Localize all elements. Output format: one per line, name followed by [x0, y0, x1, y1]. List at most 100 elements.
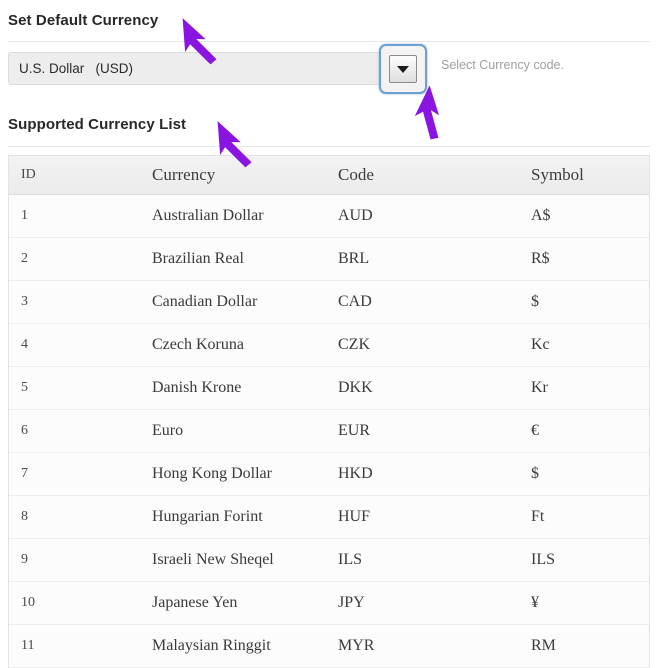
cell-currency-name: Israeli New Sheqel — [81, 539, 338, 582]
cell-currency-code: MYR — [338, 625, 531, 668]
cell-currency-code: HUF — [338, 496, 531, 539]
cell-currency-code-text: ILS — [338, 551, 531, 569]
cell-currency-id-text: 7 — [15, 466, 81, 482]
currency-dropdown-button[interactable] — [379, 44, 427, 94]
table-header-row: ID Currency Code Symbol — [9, 156, 649, 195]
divider-under-default-currency-heading — [8, 41, 650, 42]
cell-currency-symbol-text: Kc — [531, 336, 649, 354]
column-header-id: ID — [9, 156, 81, 195]
cell-currency-symbol: A$ — [531, 195, 649, 238]
cell-currency-id-text: 8 — [15, 509, 81, 525]
table-row: 2Brazilian RealBRLR$ — [9, 238, 649, 281]
cell-currency-name-text: Canadian Dollar — [81, 293, 338, 311]
cell-currency-id-text: 10 — [15, 595, 81, 611]
table-row: 5Danish KroneDKKKr — [9, 367, 649, 410]
cell-currency-name: Czech Koruna — [81, 324, 338, 367]
cell-currency-id-text: 5 — [15, 380, 81, 396]
dropdown-button-face[interactable] — [389, 55, 417, 83]
cell-currency-name-text: Danish Krone — [81, 379, 338, 397]
cell-currency-symbol-text: ILS — [531, 551, 649, 569]
currency-settings-page: Set Default Currency U.S. Dollar (USD) S… — [0, 0, 657, 659]
cell-currency-name: Japanese Yen — [81, 582, 338, 625]
cell-currency-symbol: $ — [531, 281, 649, 324]
cell-currency-id-text: 3 — [15, 294, 81, 310]
column-header-symbol: Symbol — [531, 156, 649, 195]
cell-currency-id-text: 1 — [15, 208, 81, 224]
cell-currency-code: EUR — [338, 410, 531, 453]
table-row: 11Malaysian RinggitMYRRM — [9, 625, 649, 668]
cell-currency-code-text: JPY — [338, 594, 531, 612]
cell-currency-id: 1 — [9, 195, 81, 238]
default-currency-select[interactable]: U.S. Dollar (USD) — [8, 52, 390, 85]
cell-currency-id: 11 — [9, 625, 81, 668]
cell-currency-name-text: Israeli New Sheqel — [81, 551, 338, 569]
cell-currency-id: 4 — [9, 324, 81, 367]
cell-currency-name: Euro — [81, 410, 338, 453]
table-row: 1Australian DollarAUDA$ — [9, 195, 649, 238]
cell-currency-name-text: Hungarian Forint — [81, 508, 338, 526]
cell-currency-symbol: $ — [531, 453, 649, 496]
cell-currency-symbol-text: $ — [531, 465, 649, 483]
column-header-code: Code — [338, 156, 531, 195]
cell-currency-code: ILS — [338, 539, 531, 582]
table-body: 1Australian DollarAUDA$2Brazilian RealBR… — [9, 195, 649, 668]
cell-currency-symbol-text: $ — [531, 293, 649, 311]
cell-currency-name-text: Australian Dollar — [81, 207, 338, 225]
cell-currency-name: Brazilian Real — [81, 238, 338, 281]
cell-currency-symbol: Kr — [531, 367, 649, 410]
cell-currency-symbol: RM — [531, 625, 649, 668]
cell-currency-id: 8 — [9, 496, 81, 539]
cell-currency-id: 9 — [9, 539, 81, 582]
cell-currency-symbol: Ft — [531, 496, 649, 539]
cell-currency-symbol-text: A$ — [531, 207, 649, 225]
cell-currency-symbol-text: Ft — [531, 508, 649, 526]
cell-currency-code-text: MYR — [338, 637, 531, 655]
cell-currency-symbol-text: € — [531, 422, 649, 440]
table-row: 10Japanese YenJPY¥ — [9, 582, 649, 625]
supported-currency-table-container: ID Currency Code Symbol 1Australian Doll… — [8, 155, 650, 668]
cell-currency-code: DKK — [338, 367, 531, 410]
cell-currency-symbol: ILS — [531, 539, 649, 582]
table-row: 4Czech KorunaCZKKc — [9, 324, 649, 367]
cell-currency-id: 5 — [9, 367, 81, 410]
table-header: ID Currency Code Symbol — [9, 156, 649, 195]
cell-currency-id-text: 9 — [15, 552, 81, 568]
cell-currency-name: Hungarian Forint — [81, 496, 338, 539]
cell-currency-symbol-text: ¥ — [531, 594, 649, 612]
table-row: 6EuroEUR€ — [9, 410, 649, 453]
cell-currency-code: AUD — [338, 195, 531, 238]
cell-currency-name: Malaysian Ringgit — [81, 625, 338, 668]
divider-under-supported-list-heading — [8, 146, 650, 147]
table-row: 3Canadian DollarCAD$ — [9, 281, 649, 324]
cell-currency-id-text: 11 — [15, 638, 81, 654]
arrow-to-dropdown-button — [432, 82, 494, 122]
cell-currency-name: Canadian Dollar — [81, 281, 338, 324]
supported-currency-list-heading: Supported Currency List — [8, 116, 186, 133]
cell-currency-id-text: 2 — [15, 251, 81, 267]
cell-currency-code: BRL — [338, 238, 531, 281]
column-header-currency: Currency — [81, 156, 338, 195]
caret-down-icon — [397, 66, 409, 73]
cell-currency-code: CZK — [338, 324, 531, 367]
cell-currency-code-text: HUF — [338, 508, 531, 526]
cell-currency-code-text: CZK — [338, 336, 531, 354]
cell-currency-name-text: Brazilian Real — [81, 250, 338, 268]
cell-currency-symbol: € — [531, 410, 649, 453]
cell-currency-name-text: Czech Koruna — [81, 336, 338, 354]
cell-currency-id: 6 — [9, 410, 81, 453]
cell-currency-symbol-text: Kr — [531, 379, 649, 397]
cell-currency-name: Hong Kong Dollar — [81, 453, 338, 496]
currency-select-row: U.S. Dollar (USD) Select Currency code. — [0, 52, 657, 88]
supported-currency-table: ID Currency Code Symbol 1Australian Doll… — [9, 156, 649, 668]
cell-currency-name-text: Japanese Yen — [81, 594, 338, 612]
cell-currency-id: 10 — [9, 582, 81, 625]
cell-currency-symbol: Kc — [531, 324, 649, 367]
set-default-currency-heading: Set Default Currency — [8, 12, 158, 29]
cell-currency-id: 7 — [9, 453, 81, 496]
cell-currency-id-text: 6 — [15, 423, 81, 439]
cell-currency-code-text: BRL — [338, 250, 531, 268]
cell-currency-code-text: HKD — [338, 465, 531, 483]
cell-currency-name-text: Euro — [81, 422, 338, 440]
cell-currency-code-text: DKK — [338, 379, 531, 397]
cell-currency-symbol: ¥ — [531, 582, 649, 625]
